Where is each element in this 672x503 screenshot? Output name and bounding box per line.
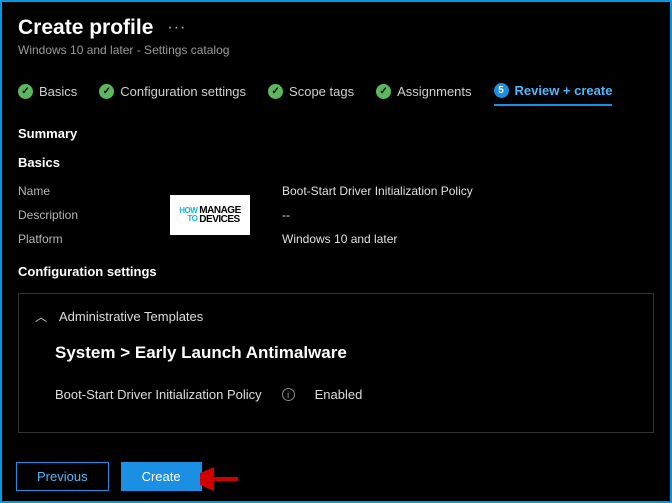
admin-templates-expander[interactable]: ︿ Administrative Templates [35,308,637,325]
step-label: Scope tags [289,84,354,99]
chevron-up-icon: ︿ [35,308,47,325]
wizard-steps: ✓ Basics ✓ Configuration settings ✓ Scop… [2,63,670,112]
step-basics[interactable]: ✓ Basics [18,84,77,105]
name-label: Name [18,184,138,198]
step-scope-tags[interactable]: ✓ Scope tags [268,84,354,105]
step-label: Review + create [515,83,613,98]
basics-table: Name HOWTO MANAGEDEVICES Boot-Start Driv… [18,184,654,246]
step-label: Assignments [397,84,471,99]
setting-name: Boot-Start Driver Initialization Policy [55,387,262,402]
name-value: Boot-Start Driver Initialization Policy [282,184,654,198]
page-subtitle: Windows 10 and later - Settings catalog [18,43,654,57]
setting-row: Boot-Start Driver Initialization Policy … [55,387,637,402]
more-actions-button[interactable]: ··· [167,19,186,37]
step-label: Configuration settings [120,84,246,99]
platform-value: Windows 10 and later [282,232,654,246]
info-icon[interactable]: i [282,388,295,401]
check-icon: ✓ [268,84,283,99]
step-assignments[interactable]: ✓ Assignments [376,84,471,105]
setting-value: Enabled [315,387,363,402]
watermark-logo: HOWTO MANAGEDEVICES [168,193,252,237]
check-icon: ✓ [99,84,114,99]
configuration-box: ︿ Administrative Templates System > Earl… [18,293,654,433]
step-label: Basics [39,84,77,99]
check-icon: ✓ [376,84,391,99]
platform-label: Platform [18,232,138,246]
summary-heading: Summary [18,126,654,141]
basics-heading: Basics [18,155,654,170]
configuration-settings-heading: Configuration settings [18,264,654,279]
settings-path: System > Early Launch Antimalware [55,343,637,363]
page-title: Create profile [18,16,153,40]
create-button[interactable]: Create [121,462,202,491]
description-label: Description [18,208,138,222]
description-value: -- [282,208,654,222]
previous-button[interactable]: Previous [16,462,109,491]
step-configuration-settings[interactable]: ✓ Configuration settings [99,84,246,105]
step-number-icon: 5 [494,83,509,98]
group-label: Administrative Templates [59,309,203,324]
step-review-create[interactable]: 5 Review + create [494,83,613,106]
check-icon: ✓ [18,84,33,99]
